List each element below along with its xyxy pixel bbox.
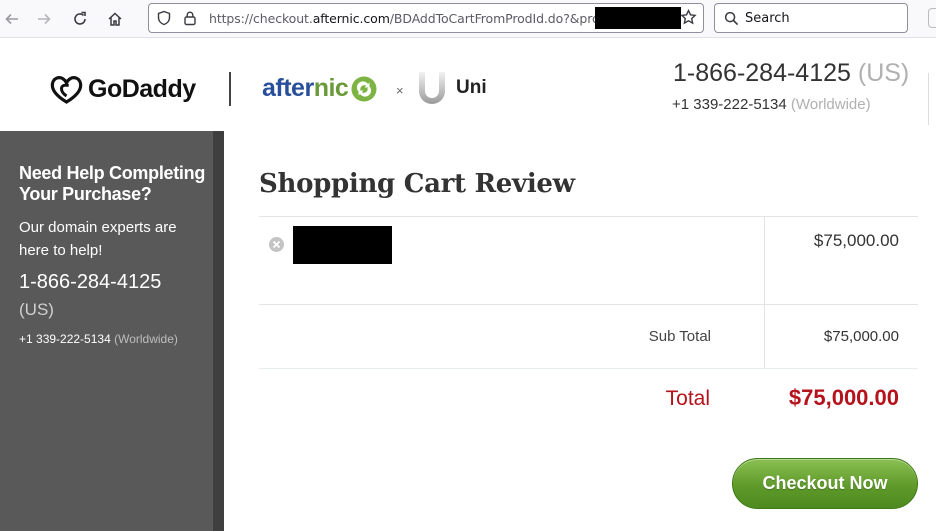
afternic-logo[interactable]: afternic [262,74,377,103]
total-value: $75,000.00 [788,385,899,410]
page-root: https://checkout.afternic.com/BDAddToCar… [0,0,936,531]
remove-item-icon[interactable] [269,237,284,252]
header-right-separator [928,73,929,125]
search-icon [724,11,739,31]
shield-icon[interactable] [156,10,172,31]
header-phone-us-region: (US) [857,59,910,87]
header-divider [229,72,231,106]
url-text[interactable]: https://checkout.afternic.com/BDAddToCar… [209,11,619,26]
brand-times-symbol: × [396,83,404,98]
back-arrow-icon[interactable] [0,7,24,31]
sidebar-phone-ww-number: +1 339-222-5134 [19,332,111,346]
uni-u-mark-icon [419,72,445,104]
checkout-now-button[interactable]: Checkout Now [732,458,918,509]
cart-subtotal-border [259,368,918,369]
toolbar-overflow-edge [928,8,936,28]
redacted-item-name [293,226,392,264]
home-icon[interactable] [103,7,127,31]
header-phone-ww-region: (Worldwide) [790,96,871,113]
afternic-swirl-icon [351,76,377,101]
header-phone-ww-number: +1 339-222-5134 [672,96,787,113]
subtotal-label: Sub Total [648,328,711,345]
sidebar-heading: Need Help Completing Your Purchase? [19,163,206,204]
sidebar-phone-us-region: (US) [19,300,54,319]
total-label: Total [665,387,710,410]
subtotal-value: $75,000.00 [823,328,899,345]
address-bar[interactable]: https://checkout.afternic.com/BDAddToCar… [148,3,704,33]
help-sidebar: Need Help Completing Your Purchase? Our … [0,131,224,531]
browser-toolbar: https://checkout.afternic.com/BDAddToCar… [0,0,936,38]
item-price: $75,000.00 [813,231,899,250]
reload-icon[interactable] [68,7,92,31]
header-phone-worldwide[interactable]: +1 339-222-5134 (Worldwide) [672,96,871,113]
afternic-wordmark-part2: nic [313,74,349,102]
url-prefix: https://checkout. [209,11,313,26]
uni-wordmark: Uni [456,77,487,98]
url-path: /BDAddToCartFromProdId.do?&prodId [389,11,619,26]
url-domain: afternic.com [312,11,390,26]
cart-column-divider [764,216,765,368]
sidebar-phone-worldwide[interactable]: +1 339-222-5134 (Worldwide) [19,332,178,346]
uni-logo[interactable]: Uni [416,71,487,105]
lock-icon[interactable] [182,10,198,31]
redacted-url-segment [595,7,681,29]
sidebar-phone-ww-region: (Worldwide) [114,332,178,346]
godaddy-heart-icon [50,76,83,104]
site-header: GoDaddy afternic × Uni 1-866-284-4125 (U… [0,39,936,131]
search-placeholder: Search [745,11,790,26]
forward-arrow-icon[interactable] [32,7,56,31]
bookmark-star-icon[interactable] [680,8,697,31]
godaddy-wordmark: GoDaddy [88,75,196,103]
sidebar-subtext: Our domain experts are here to help! [19,219,177,259]
godaddy-logo[interactable]: GoDaddy [50,75,196,104]
sidebar-edge-shadow [213,131,224,531]
header-phone-us-number: 1-866-284-4125 [673,59,851,87]
cart-row-border [259,304,918,305]
sidebar-phone-us[interactable]: 1-866-284-4125 [19,271,161,294]
afternic-wordmark: afternic [262,74,349,103]
cart-top-border [259,216,918,217]
afternic-wordmark-part1: after [262,74,314,102]
page-title: Shopping Cart Review [259,169,575,199]
browser-search-box[interactable]: Search [714,3,908,33]
header-phone-us[interactable]: 1-866-284-4125 (US) [673,59,909,88]
